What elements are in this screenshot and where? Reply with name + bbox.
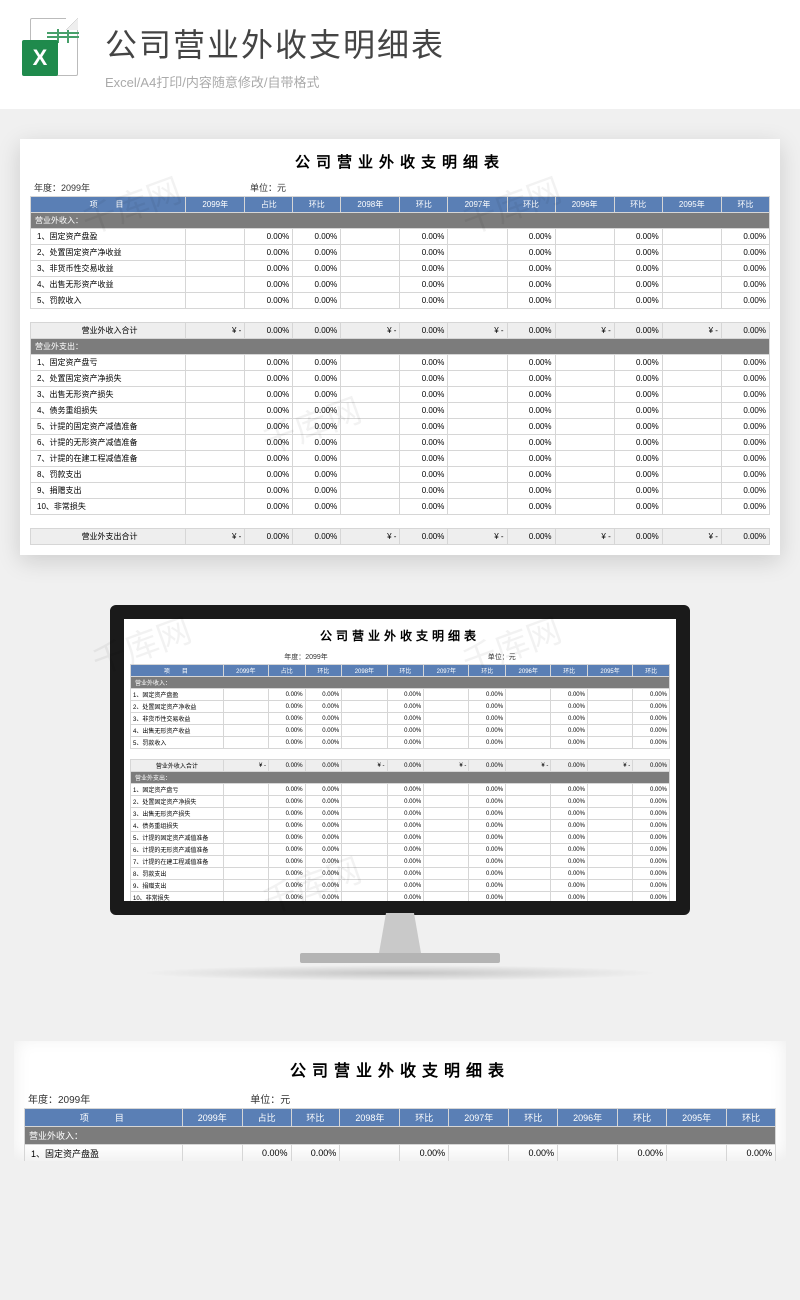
sheet-title: 公司营业外收支明细表 <box>24 1059 776 1085</box>
detail-table: 项目2099年占比环比2098年环比2097年环比2096年环比2095年环比营… <box>30 196 770 545</box>
col-chg: 环比 <box>721 197 769 213</box>
col-pct: 占比 <box>245 197 293 213</box>
row-income-total: 营业外收入合计¥ -0.00%0.00%¥ -0.00%¥ -0.00%¥ -0… <box>31 323 770 339</box>
col-chg: 环比 <box>507 197 555 213</box>
col-chg: 环比 <box>293 197 341 213</box>
table-row: 5、罚款收入0.00%0.00%0.00%0.00%0.00%0.00% <box>131 737 670 749</box>
table-row: 3、出售无形资产损失0.00%0.00%0.00%0.00%0.00%0.00% <box>131 808 670 820</box>
spreadsheet-bottom-strip: 公司营业外收支明细表 年度：2099年单位：元 项目2099年占比环比2098年… <box>14 1041 786 1161</box>
spreadsheet-preview-card: 公司营业外收支明细表 年度：2099年单位：元 项目2099年占比环比2098年… <box>20 139 780 555</box>
page-title: 公司营业外收支明细表 <box>105 20 800 66</box>
table-row: 1、固定资产盘盈0.00%0.00%0.00%0.00%0.00%0.00% <box>131 689 670 701</box>
col-item: 项目 <box>31 197 186 213</box>
col-chg: 环比 <box>387 665 424 677</box>
col-year: 2096年 <box>555 197 614 213</box>
table-row: 2、处置固定资产净收益0.00%0.00%0.00%0.00%0.00%0.00… <box>131 701 670 713</box>
row-expense-total: 营业外支出合计¥ -0.00%0.00%¥ -0.00%¥ -0.00%¥ -0… <box>31 529 770 545</box>
col-year: 2099年 <box>186 197 245 213</box>
table-row: 1、固定资产盘盈0.00%0.00%0.00%0.00%0.00%0.00% <box>31 229 770 245</box>
table-row: 8、罚款支出0.00%0.00%0.00%0.00%0.00%0.00% <box>31 467 770 483</box>
table-row: 1、固定资产盘亏0.00%0.00%0.00%0.00%0.00%0.00% <box>31 355 770 371</box>
col-chg: 环比 <box>551 665 588 677</box>
detail-table: 项目2099年占比环比2098年环比2097年环比2096年环比2095年环比营… <box>130 664 670 915</box>
table-row: 8、罚款支出0.00%0.00%0.00%0.00%0.00%0.00% <box>131 868 670 880</box>
sheet-meta: 年度：2099年单位：元 <box>130 652 670 664</box>
table-row: 7、计提的在建工程减值准备0.00%0.00%0.00%0.00%0.00%0.… <box>31 451 770 467</box>
col-item: 项目 <box>131 665 224 677</box>
table-row: 4、出售无形资产收益0.00%0.00%0.00%0.00%0.00%0.00% <box>31 277 770 293</box>
col-pct: 占比 <box>268 665 305 677</box>
sheet-meta: 年度：2099年单位：元 <box>30 181 770 196</box>
table-row: 4、债务重组损失0.00%0.00%0.00%0.00%0.00%0.00% <box>31 403 770 419</box>
table-row: 2、处置固定资产净损失0.00%0.00%0.00%0.00%0.00%0.00… <box>31 371 770 387</box>
col-chg: 环比 <box>400 197 448 213</box>
col-year: 2098年 <box>342 665 387 677</box>
table-row: 6、计提的无形资产减值准备0.00%0.00%0.00%0.00%0.00%0.… <box>31 435 770 451</box>
table-row: 10、非常损失0.00%0.00%0.00%0.00%0.00%0.00% <box>31 499 770 515</box>
table-row: 6、计提的无形资产减值准备0.00%0.00%0.00%0.00%0.00%0.… <box>131 844 670 856</box>
table-row: 7、计提的在建工程减值准备0.00%0.00%0.00%0.00%0.00%0.… <box>131 856 670 868</box>
table-row: 1、固定资产盘亏0.00%0.00%0.00%0.00%0.00%0.00% <box>131 784 670 796</box>
col-year: 2095年 <box>587 665 632 677</box>
sheet-title: 公司营业外收支明细表 <box>130 627 670 646</box>
table-row: 3、非货币性交易收益0.00%0.00%0.00%0.00%0.00%0.00% <box>131 713 670 725</box>
col-chg: 环比 <box>469 665 506 677</box>
section-expense: 营业外支出： <box>131 772 670 784</box>
col-year: 2097年 <box>424 665 469 677</box>
table-row: 9、捐赠支出0.00%0.00%0.00%0.00%0.00%0.00% <box>131 880 670 892</box>
col-year: 2099年 <box>223 665 268 677</box>
table-row: 2、处置固定资产净收益0.00%0.00%0.00%0.00%0.00%0.00… <box>31 245 770 261</box>
table-row: 5、罚款收入0.00%0.00%0.00%0.00%0.00%0.00% <box>31 293 770 309</box>
table-row: 2、处置固定资产净损失0.00%0.00%0.00%0.00%0.00%0.00… <box>131 796 670 808</box>
monitor-mockup: 公司营业外收支明细表 年度：2099年单位：元 项目2099年占比环比2098年… <box>0 605 800 981</box>
detail-table: 项目2099年占比环比2098年环比2097年环比2096年环比2095年环比 … <box>24 1108 776 1161</box>
page-header: X 公司营业外收支明细表 Excel/A4打印/内容随意修改/自带格式 <box>0 0 800 109</box>
col-year: 2098年 <box>341 197 400 213</box>
section-income: 营业外收入： <box>31 213 770 229</box>
table-row: 5、计提的固定资产减值准备0.00%0.00%0.00%0.00%0.00%0.… <box>131 832 670 844</box>
table-row: 9、捐赠支出0.00%0.00%0.00%0.00%0.00%0.00% <box>31 483 770 499</box>
col-chg: 环比 <box>633 665 670 677</box>
col-year: 2095年 <box>662 197 721 213</box>
sheet-title: 公司营业外收支明细表 <box>30 151 770 175</box>
table-row: 3、出售无形资产损失0.00%0.00%0.00%0.00%0.00%0.00% <box>31 387 770 403</box>
table-row: 3、非货币性交易收益0.00%0.00%0.00%0.00%0.00%0.00% <box>31 261 770 277</box>
col-year: 2096年 <box>506 665 551 677</box>
table-row: 10、非常损失0.00%0.00%0.00%0.00%0.00%0.00% <box>131 892 670 904</box>
excel-icon: X <box>22 18 84 80</box>
table-row: 5、计提的固定资产减值准备0.00%0.00%0.00%0.00%0.00%0.… <box>31 419 770 435</box>
sheet-meta: 年度：2099年单位：元 <box>24 1091 776 1108</box>
col-chg: 环比 <box>305 665 342 677</box>
table-row: 4、出售无形资产收益0.00%0.00%0.00%0.00%0.00%0.00% <box>131 725 670 737</box>
section-income: 营业外收入： <box>131 677 670 689</box>
row-income-total: 营业外收入合计¥ -0.00%0.00%¥ -0.00%¥ -0.00%¥ -0… <box>131 760 670 772</box>
section-expense: 营业外支出： <box>31 339 770 355</box>
col-year: 2097年 <box>448 197 507 213</box>
table-row: 4、债务重组损失0.00%0.00%0.00%0.00%0.00%0.00% <box>131 820 670 832</box>
page-subtitle: Excel/A4打印/内容随意修改/自带格式 <box>105 72 800 91</box>
col-chg: 环比 <box>614 197 662 213</box>
